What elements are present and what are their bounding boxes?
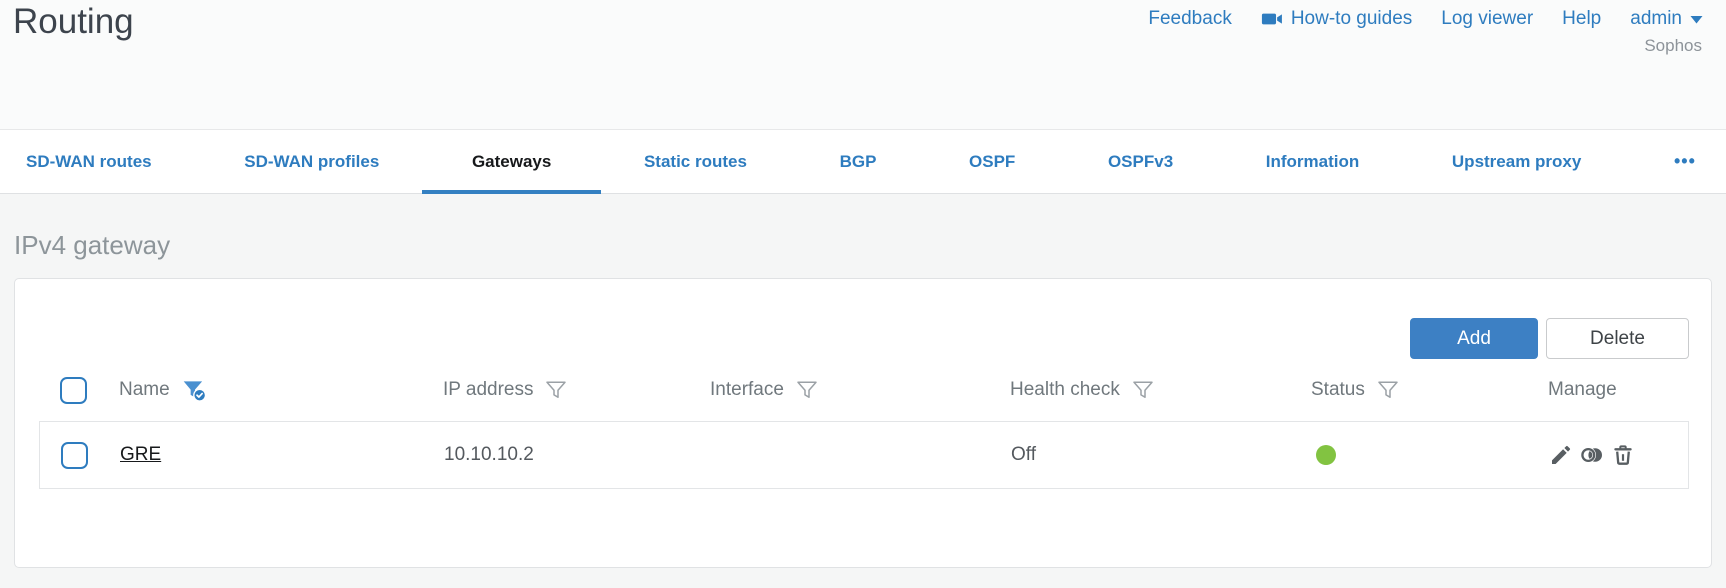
- header-interface: Interface: [708, 378, 1008, 402]
- ip-address-cell: 10.10.10.2: [444, 444, 534, 465]
- filter-icon[interactable]: [1131, 378, 1155, 402]
- tab-sd-wan-profiles[interactable]: SD-WAN profiles: [244, 130, 379, 193]
- more-tabs-button[interactable]: •••: [1674, 130, 1696, 193]
- row-select-cell: [40, 441, 100, 469]
- filter-icon[interactable]: [795, 378, 819, 402]
- tab-information[interactable]: Information: [1266, 130, 1360, 193]
- log-viewer-link[interactable]: Log viewer: [1441, 8, 1533, 30]
- ipv4-gateway-panel: Add Delete Name IP address Interface Hea…: [14, 278, 1712, 568]
- header-select-cell: [39, 376, 99, 404]
- header-name: Name: [99, 377, 441, 403]
- admin-menu[interactable]: admin: [1630, 8, 1703, 30]
- header-status: Status: [1309, 378, 1546, 402]
- how-to-guides-link[interactable]: How-to guides: [1261, 8, 1412, 30]
- header-manage: Manage: [1546, 379, 1689, 401]
- tab-gateways[interactable]: Gateways: [421, 130, 602, 194]
- tab-upstream-proxy[interactable]: Upstream proxy: [1452, 130, 1581, 193]
- help-label: Help: [1562, 8, 1602, 29]
- feedback-link[interactable]: Feedback: [1148, 8, 1231, 30]
- log-viewer-label: Log viewer: [1441, 8, 1534, 29]
- how-to-guides-label: How-to guides: [1290, 8, 1413, 29]
- table-header-row: Name IP address Interface Health check S…: [39, 359, 1689, 421]
- tab-bgp[interactable]: BGP: [840, 130, 877, 193]
- header-ip-address: IP address: [441, 378, 708, 402]
- tab-sd-wan-routes[interactable]: SD-WAN routes: [26, 130, 152, 193]
- chevron-down-icon: [1690, 15, 1703, 24]
- header-health-check: Health check: [1008, 378, 1309, 402]
- header-status-label: Status: [1311, 379, 1365, 400]
- brand-label: Sophos: [1644, 36, 1702, 55]
- header-ip-address-label: IP address: [443, 379, 534, 400]
- tab-ospf[interactable]: OSPF: [969, 130, 1015, 193]
- table-row: GRE 10.10.10.2 Off: [40, 422, 1688, 488]
- header-manage-label: Manage: [1548, 379, 1617, 400]
- add-button[interactable]: Add: [1410, 318, 1538, 359]
- toolbar: Add Delete: [15, 279, 1711, 359]
- header-interface-label: Interface: [710, 379, 784, 400]
- status-cell: [1310, 445, 1547, 465]
- page-title: Routing: [13, 2, 134, 41]
- header-name-label: Name: [119, 379, 170, 400]
- gateway-name-cell: GRE: [100, 444, 442, 466]
- tab-bar: SD-WAN routes SD-WAN profiles Gateways S…: [0, 129, 1726, 194]
- table-body: GRE 10.10.10.2 Off: [39, 421, 1689, 489]
- delete-icon[interactable]: [1611, 443, 1635, 467]
- health-check-cell: Off: [1011, 444, 1036, 465]
- edit-icon[interactable]: [1549, 443, 1573, 467]
- row-checkbox[interactable]: [61, 441, 88, 469]
- page-header: Routing Feedback How-to guides Log viewe…: [0, 0, 1726, 129]
- section-heading: IPv4 gateway: [14, 230, 171, 260]
- select-all-checkbox[interactable]: [60, 376, 87, 404]
- manage-cell: [1547, 443, 1688, 467]
- tab-ospfv3[interactable]: OSPFv3: [1108, 130, 1173, 193]
- filter-icon[interactable]: [1376, 378, 1400, 402]
- filter-icon[interactable]: [544, 378, 568, 402]
- content-area: IPv4 gateway Add Delete Name IP address …: [0, 230, 1726, 568]
- help-link[interactable]: Help: [1562, 8, 1601, 30]
- clone-icon[interactable]: [1580, 443, 1604, 467]
- status-up-indicator: [1316, 445, 1336, 465]
- top-nav: Feedback How-to guides Log viewer Help a…: [1148, 8, 1703, 30]
- header-health-check-label: Health check: [1010, 379, 1120, 400]
- admin-label: admin: [1630, 8, 1682, 29]
- feedback-label: Feedback: [1148, 8, 1232, 29]
- gateway-name-link[interactable]: GRE: [120, 444, 161, 465]
- video-camera-icon: [1261, 8, 1283, 30]
- active-filter-icon[interactable]: [181, 377, 207, 403]
- delete-button[interactable]: Delete: [1546, 318, 1689, 359]
- tab-static-routes[interactable]: Static routes: [644, 130, 747, 193]
